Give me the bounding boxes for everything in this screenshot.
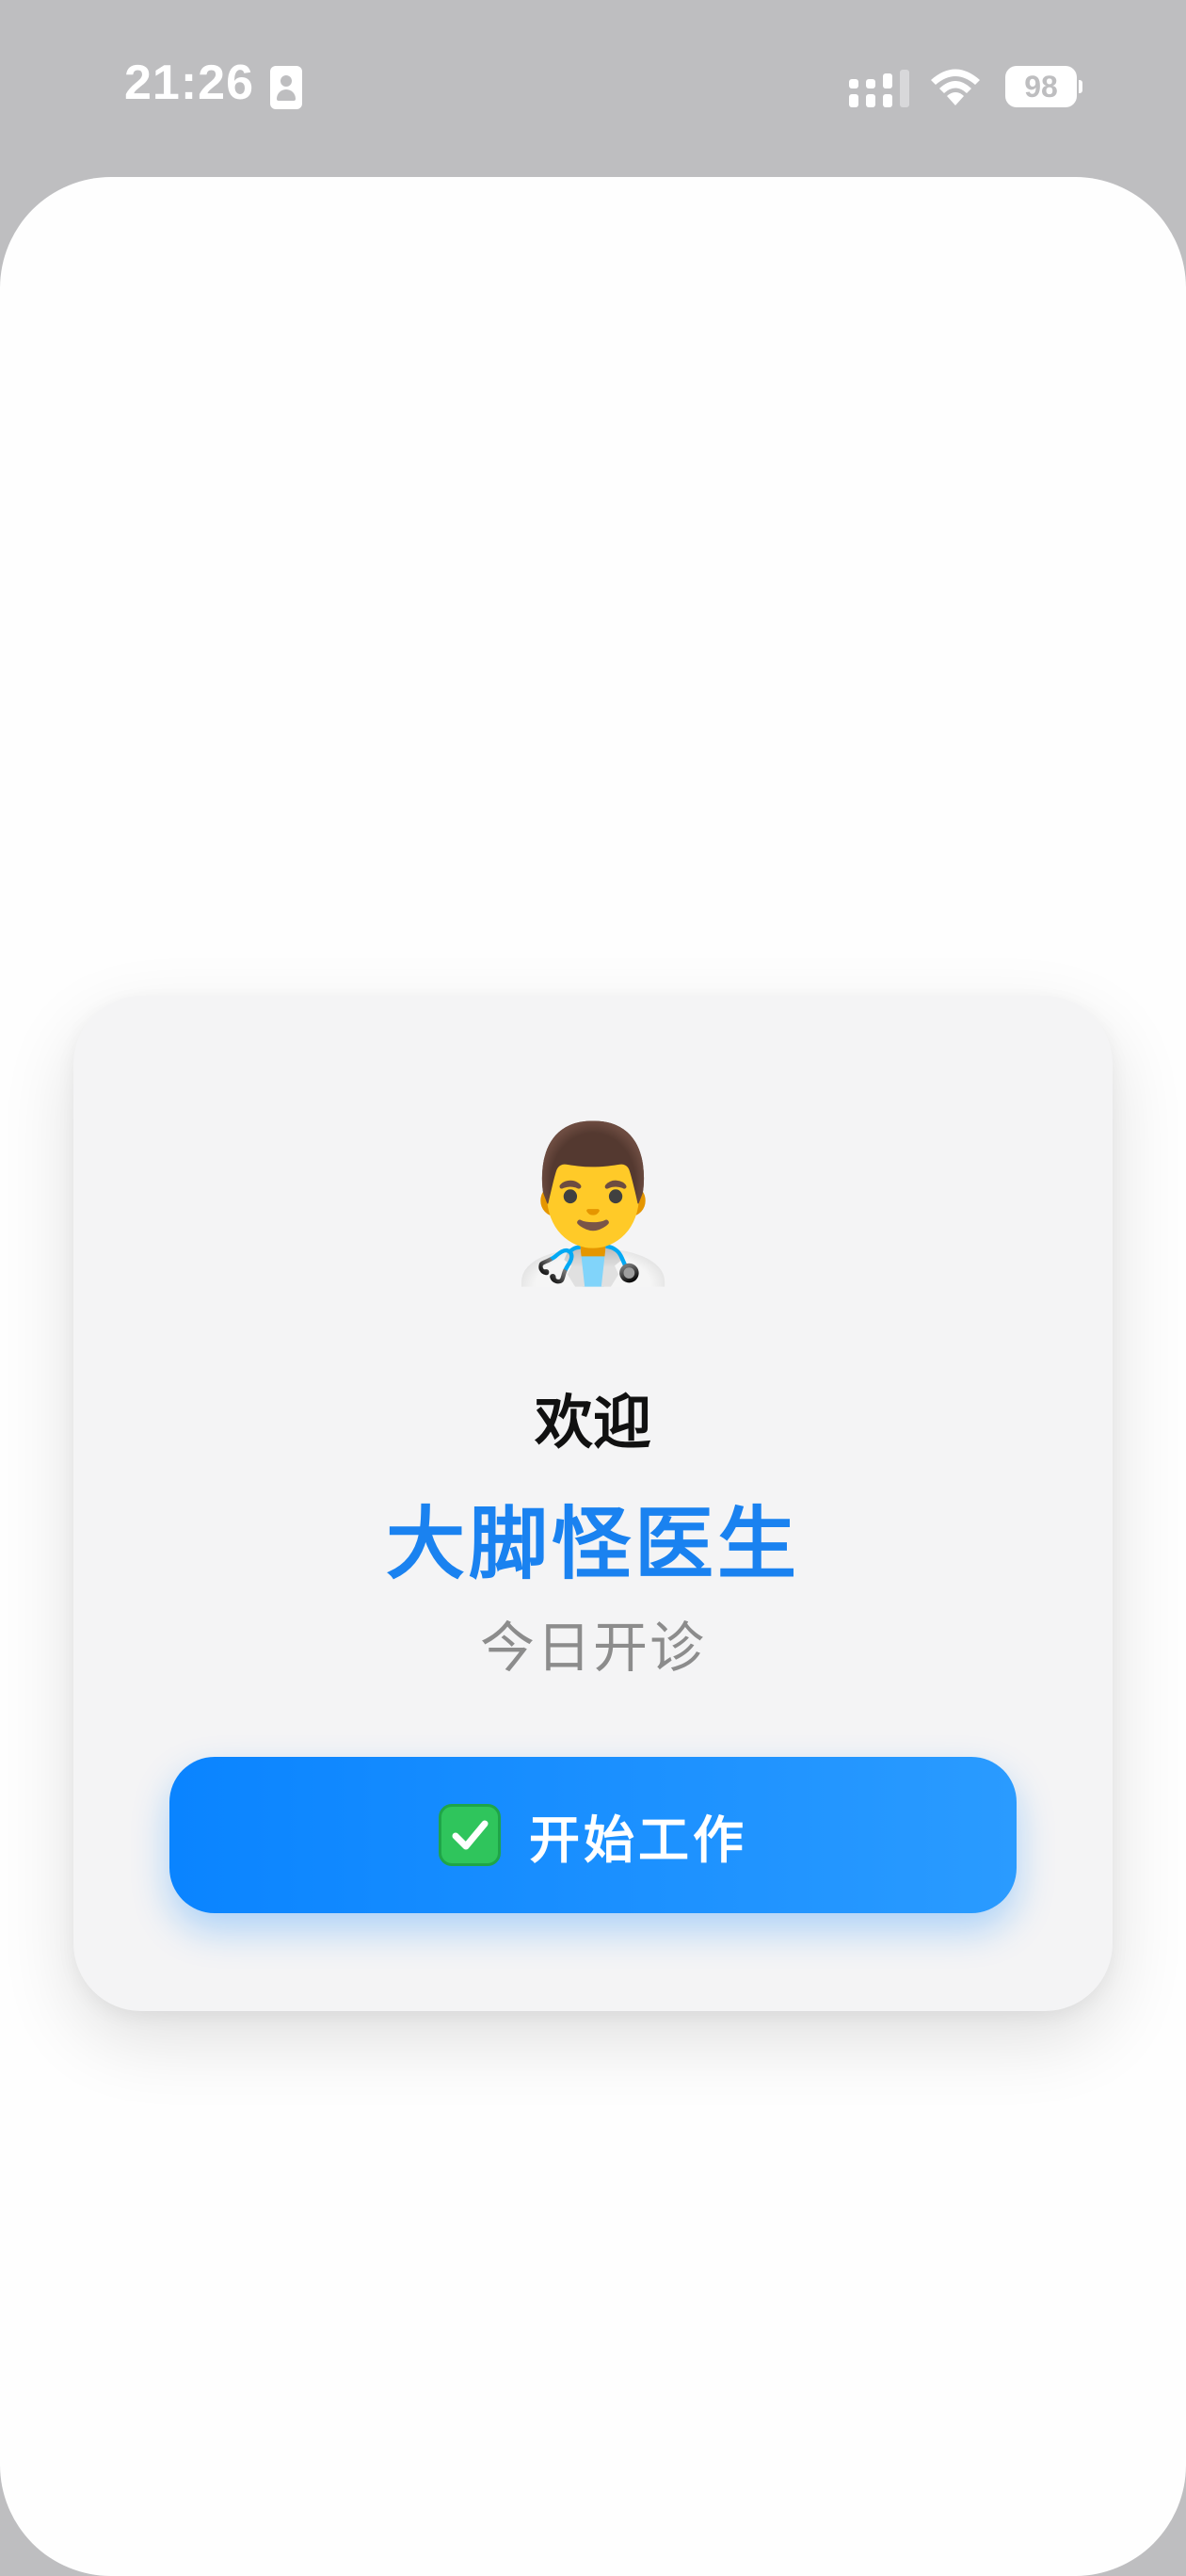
id-card-icon	[270, 66, 302, 109]
start-work-button[interactable]: 开始工作	[169, 1757, 1017, 1913]
welcome-text: 欢迎	[534, 1388, 651, 1457]
welcome-card: 👨‍⚕️ 欢迎 大脚怪医生 今日开诊 开始工作	[73, 996, 1113, 2011]
signal-icon	[849, 70, 909, 107]
battery-level: 98	[1024, 70, 1058, 104]
status-time: 21:26	[124, 56, 254, 110]
status-bar: 21:26 98	[0, 0, 1186, 177]
modal-sheet: 👨‍⚕️ 欢迎 大脚怪医生 今日开诊 开始工作	[0, 177, 1186, 2576]
app-screen: 21:26 98 👨‍⚕️ 欢迎 大脚怪医生	[0, 0, 1186, 2576]
clinic-status-text: 今日开诊	[479, 1616, 706, 1680]
wifi-icon	[931, 69, 980, 105]
start-work-label: 开始工作	[529, 1810, 747, 1870]
checkmark-icon	[439, 1804, 501, 1866]
battery-icon: 98	[1005, 66, 1082, 107]
doctor-name: 大脚怪医生	[385, 1498, 800, 1590]
doctor-avatar-icon: 👨‍⚕️	[499, 1115, 687, 1291]
